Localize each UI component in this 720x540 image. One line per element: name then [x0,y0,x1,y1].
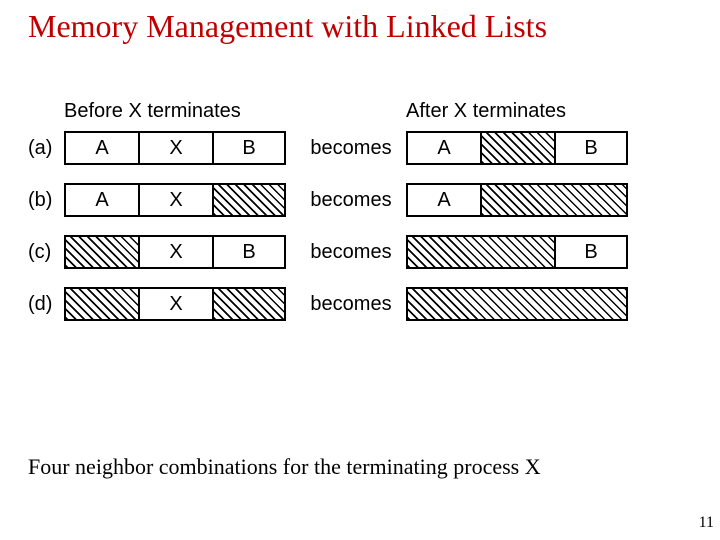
process-segment-x: X [138,183,212,217]
free-segment [212,287,286,321]
segment-group: XB [64,235,296,269]
header-before: Before X terminates [64,100,296,123]
free-segment [480,131,554,165]
free-segment [64,235,138,269]
segment-group: A [406,183,638,217]
figure-row: (b)AXbecomesA [28,183,692,217]
process-segment-a: A [64,183,138,217]
segment-group [406,287,638,321]
process-segment-b: B [554,131,628,165]
row-label: (d) [28,293,64,316]
process-segment-x: X [138,131,212,165]
process-segment-x: X [138,287,212,321]
process-segment-b: B [554,235,628,269]
slide-title: Memory Management with Linked Lists [0,8,720,45]
process-segment-a: A [406,131,480,165]
memory-figure: Before X terminates After X terminates (… [28,100,692,339]
header-mid-spacer [296,100,406,123]
figure-row: (c)XBbecomesB [28,235,692,269]
free-segment [406,287,628,321]
header-spacer [28,100,64,123]
process-segment-a: A [64,131,138,165]
header-after: After X terminates [406,100,638,123]
becomes-label: becomes [296,189,406,212]
rows-container: (a)AXBbecomesAB(b)AXbecomesA(c)XBbecomes… [28,131,692,321]
process-segment-x: X [138,235,212,269]
segment-group: AB [406,131,638,165]
becomes-label: becomes [296,137,406,160]
column-headers: Before X terminates After X terminates [28,100,692,123]
page-number: 11 [699,514,714,532]
free-segment [406,235,554,269]
process-segment-b: B [212,235,286,269]
row-label: (b) [28,189,64,212]
segment-group: X [64,287,296,321]
figure-row: (a)AXBbecomesAB [28,131,692,165]
segment-group: AXB [64,131,296,165]
figure-row: (d) Xbecomes [28,287,692,321]
becomes-label: becomes [296,293,406,316]
row-label: (a) [28,137,64,160]
free-segment [212,183,286,217]
segment-group: B [406,235,638,269]
slide-caption: Four neighbor combinations for the termi… [28,454,541,480]
free-segment [64,287,138,321]
process-segment-a: A [406,183,480,217]
row-label: (c) [28,241,64,264]
process-segment-b: B [212,131,286,165]
free-segment [480,183,628,217]
segment-group: AX [64,183,296,217]
becomes-label: becomes [296,241,406,264]
